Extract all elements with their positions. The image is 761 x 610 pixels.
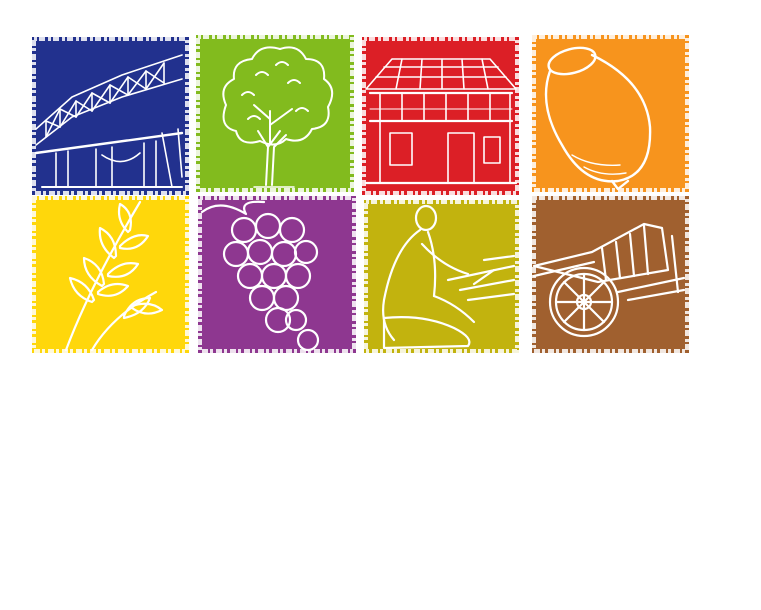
grapes-tile (198, 196, 356, 353)
grapes-icon (198, 196, 356, 353)
bridge-tile (32, 37, 189, 195)
tree-tile (196, 35, 354, 192)
pot-icon (532, 35, 689, 192)
bridge-icon (32, 37, 189, 195)
house-tile (362, 37, 519, 195)
wheat-icon (32, 196, 189, 353)
tree-icon (196, 35, 354, 192)
weaver-tile (364, 200, 519, 353)
pot-tile (532, 35, 689, 192)
wheat-tile (32, 196, 189, 353)
logo-mosaic (0, 0, 761, 610)
house-icon (362, 37, 519, 195)
bullock-cart-icon (532, 196, 689, 353)
cart-tile (532, 196, 689, 353)
weaver-icon (364, 200, 519, 353)
